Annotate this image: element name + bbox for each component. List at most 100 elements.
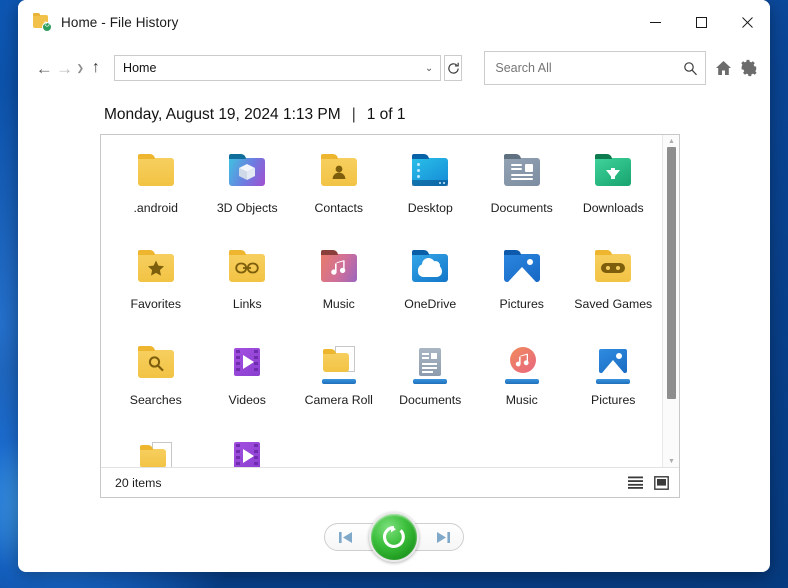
grid-item-desktop[interactable]: Desktop: [385, 145, 477, 235]
previous-version-icon: [338, 531, 352, 543]
item-count-label: 20 items: [115, 475, 162, 490]
scroll-up-arrow-icon[interactable]: ▲: [663, 135, 679, 147]
forward-button[interactable]: →: [54, 53, 74, 83]
folder-pictures-icon: [498, 247, 546, 291]
grid-item-links[interactable]: Links: [202, 241, 294, 331]
file-history-folder-icon: [32, 12, 52, 32]
chevron-down-icon[interactable]: ⌄: [418, 63, 440, 74]
scroll-down-arrow-icon[interactable]: ▼: [663, 455, 679, 467]
grid-item-label: Searches: [129, 393, 182, 407]
grid-item-3d-objects[interactable]: 3D Objects: [202, 145, 294, 235]
search-icon[interactable]: [681, 61, 699, 76]
gear-icon[interactable]: [740, 53, 758, 83]
grid-item-label: OneDrive: [404, 297, 457, 311]
library-camera-roll-icon: [132, 439, 180, 467]
refresh-button[interactable]: [444, 55, 463, 81]
grid-item-documents-library[interactable]: Documents: [385, 337, 477, 427]
icon-grid: .android 3D Objects Contacts Desktop Doc…: [101, 145, 679, 467]
grid-item-videos-folder[interactable]: Videos: [202, 337, 294, 427]
address-bar-path: Home: [123, 61, 157, 75]
folder-contacts-icon: [315, 151, 363, 195]
search-input[interactable]: Search All: [495, 61, 681, 75]
grid-item-label: Favorites: [130, 297, 182, 311]
grid-item-label: Videos: [228, 393, 266, 407]
refresh-icon: [448, 62, 459, 74]
library-videos-icon: [223, 439, 271, 467]
folder-videos-icon: [223, 343, 271, 387]
file-history-window: Home - File History ← → ❯ ↑ Home ⌄: [18, 0, 770, 572]
folder-links-icon: [223, 247, 271, 291]
search-box[interactable]: Search All: [484, 51, 707, 85]
folder-downloads-icon: [589, 151, 637, 195]
library-camera-roll-icon: [315, 343, 363, 387]
grid-item-label: Contacts: [314, 201, 364, 215]
maximize-button[interactable]: [678, 0, 724, 44]
folder-saved-games-icon: [589, 247, 637, 291]
library-music-icon: [498, 343, 546, 387]
version-nav-group: [324, 512, 464, 562]
grid-item-favorites[interactable]: Favorites: [110, 241, 202, 331]
grid-item-label: Pictures: [499, 297, 544, 311]
grid-item-label: Saved Games: [574, 297, 653, 311]
up-button[interactable]: ↑: [86, 53, 106, 83]
grid-item-label: Music: [505, 393, 538, 407]
folder-searches-icon: [132, 343, 180, 387]
library-documents-icon: [406, 343, 454, 387]
grid-item-label: Documents: [490, 201, 553, 215]
next-version-icon: [436, 531, 450, 543]
folder-plain-icon: [132, 151, 180, 195]
grid-item-camera-roll[interactable]: Camera Roll: [293, 337, 385, 427]
grid-item-contacts[interactable]: Contacts: [293, 145, 385, 235]
scrollbar-thumb[interactable]: [667, 147, 676, 399]
grid-item-pictures-folder[interactable]: Pictures: [476, 241, 568, 331]
grid-item-label: Links: [232, 297, 262, 311]
icon-grid-area: .android 3D Objects Contacts Desktop Doc…: [101, 135, 679, 467]
large-icons-view-icon[interactable]: [649, 472, 673, 494]
grid-item-label: Camera Roll: [304, 393, 373, 407]
title-bar: Home - File History: [18, 0, 770, 44]
folder-3d-objects-icon: [223, 151, 271, 195]
grid-item-label: Music: [322, 297, 355, 311]
grid-item-music-folder[interactable]: Music: [293, 241, 385, 331]
library-pictures-icon: [589, 343, 637, 387]
navigation-toolbar: ← → ❯ ↑ Home ⌄ Search All: [18, 44, 770, 92]
version-header: Monday, August 19, 2024 1:13 PM | 1 of 1: [18, 92, 770, 134]
recent-locations-button[interactable]: ❯: [75, 53, 86, 83]
file-list-pane: .android 3D Objects Contacts Desktop Doc…: [100, 134, 680, 498]
header-separator: |: [351, 106, 356, 123]
close-button[interactable]: [724, 0, 770, 44]
grid-item-label: .android: [133, 201, 178, 215]
version-timestamp: Monday, August 19, 2024 1:13 PM: [104, 106, 341, 123]
folder-onedrive-icon: [406, 247, 454, 291]
window-title: Home - File History: [61, 14, 179, 30]
grid-item-downloads[interactable]: Downloads: [568, 145, 660, 235]
folder-documents-icon: [498, 151, 546, 195]
status-bar: 20 items: [101, 467, 679, 497]
grid-item-label: Pictures: [591, 393, 636, 407]
back-button[interactable]: ←: [34, 53, 54, 83]
grid-item-searches[interactable]: Searches: [110, 337, 202, 427]
home-icon[interactable]: [714, 53, 732, 83]
grid-item-label: Downloads: [582, 201, 644, 215]
grid-item-onedrive[interactable]: OneDrive: [385, 241, 477, 331]
details-view-icon[interactable]: [623, 472, 647, 494]
address-bar[interactable]: Home ⌄: [114, 55, 442, 81]
grid-item-pictures-library[interactable]: Pictures: [568, 337, 660, 427]
restore-icon: [382, 526, 405, 548]
grid-item-label: 3D Objects: [216, 201, 278, 215]
grid-item-label: Documents: [399, 393, 462, 407]
grid-item-documents-folder[interactable]: Documents: [476, 145, 568, 235]
version-navigation: [18, 498, 770, 572]
restore-button[interactable]: [369, 512, 419, 562]
minimize-button[interactable]: [632, 0, 678, 44]
folder-favorites-icon: [132, 247, 180, 291]
window-controls: [632, 0, 770, 44]
grid-item-music-library[interactable]: Music: [476, 337, 568, 427]
grid-item-android[interactable]: .android: [110, 145, 202, 235]
version-counter: 1 of 1: [366, 106, 406, 123]
vertical-scrollbar[interactable]: ▲ ▼: [662, 135, 679, 467]
grid-item-videos-library-partial[interactable]: [202, 433, 294, 467]
grid-item-label: Desktop: [407, 201, 453, 215]
grid-item-camera-roll-partial[interactable]: [110, 433, 202, 467]
grid-item-saved-games[interactable]: Saved Games: [568, 241, 660, 331]
